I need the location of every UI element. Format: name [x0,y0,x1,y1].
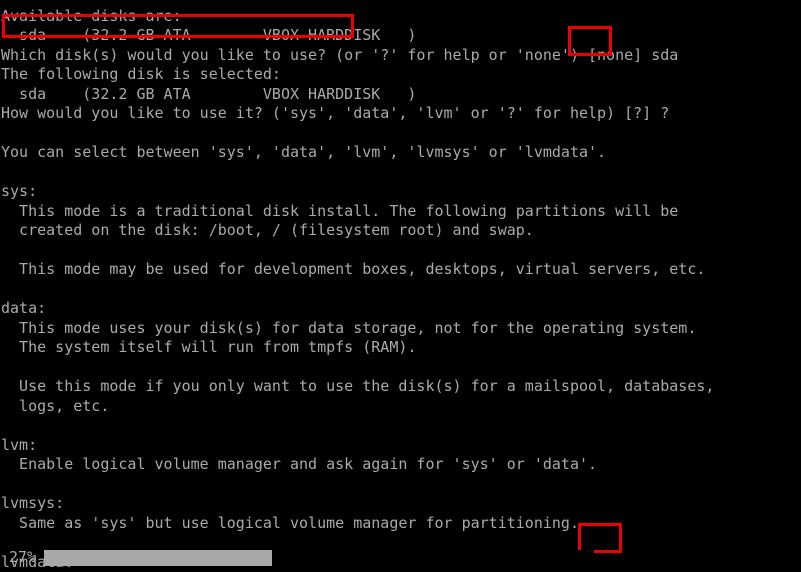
console-line: How would you like to use it? ('sys', 'd… [1,104,670,122]
console-line: This mode uses your disk(s) for data sto… [1,318,697,337]
console-line: Same as 'sys' but use logical volume man… [1,513,579,532]
console-line: lvmsys: [1,494,65,512]
progress-bar-track [44,550,595,566]
console-line: sda (32.2 GB ATA VBOX HARDDISK ) [1,26,417,44]
console-line: lvm: [1,435,38,454]
terminal-screen: Available disks are: sda (32.2 GB ATA VB… [0,0,801,572]
console-line: Use this mode if you only want to use th… [1,377,715,395]
console-output: Available disks are: sda (32.2 GB ATA VB… [0,0,801,572]
console-line: Which disk(s) would you like to use? (or… [1,45,679,64]
console-line: data: [1,299,47,317]
console-line: Available disks are: [1,6,182,25]
console-line: Enable logical volume manager and ask ag… [1,455,598,473]
console-line: The system itself will run from tmpfs (R… [1,338,417,356]
console-line: This mode may be used for development bo… [1,260,706,278]
console-line: sda (32.2 GB ATA VBOX HARDDISK ) [1,84,417,103]
console-line: You can select between 'sys', 'data', 'l… [1,143,607,161]
console-line: The following disk is selected: [1,65,281,83]
console-line: This mode is a traditional disk install.… [1,201,679,220]
console-line: created on the disk: /boot, / (filesyste… [1,221,534,239]
progress-percent-label: 27% [9,548,37,567]
console-line: logs, etc. [1,396,110,415]
progress-bar-fill [44,550,273,566]
progress-row: 27% [0,548,801,568]
console-line: sys: [1,182,38,200]
